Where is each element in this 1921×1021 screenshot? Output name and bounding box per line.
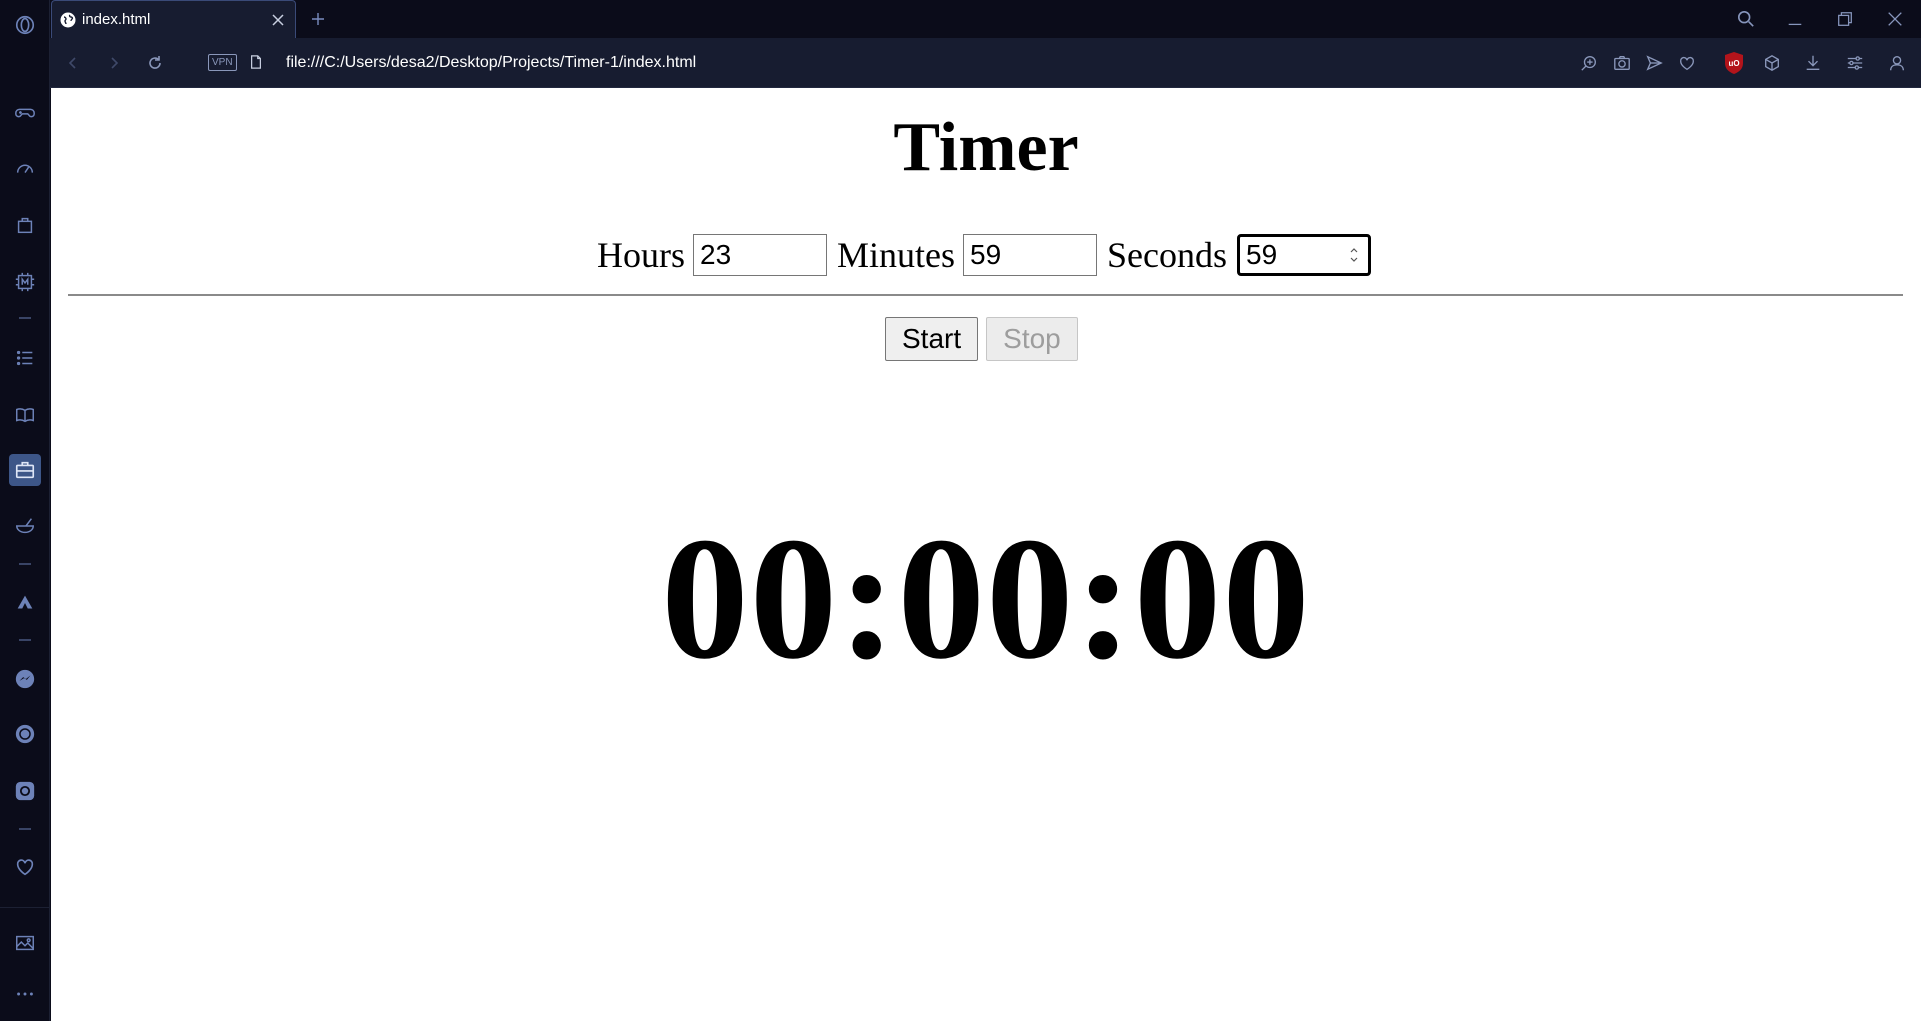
restore-icon[interactable] — [1831, 6, 1859, 32]
address-bar: VPN file:///C:/Users/desa2/Desktop/Proje… — [50, 38, 1921, 88]
shopping-bag-icon[interactable] — [9, 209, 41, 241]
camera-icon[interactable] — [1609, 50, 1635, 76]
timer-display: 00:00:00 — [661, 501, 1311, 695]
close-icon[interactable] — [267, 9, 289, 31]
speed-dial-icon[interactable] — [9, 152, 41, 184]
more-icon[interactable] — [9, 978, 41, 1010]
horizontal-rule — [68, 294, 1903, 296]
page-title: Timer — [893, 109, 1079, 186]
url-field[interactable]: file:///C:/Users/desa2/Desktop/Projects/… — [286, 52, 696, 74]
gallery-icon[interactable] — [9, 927, 41, 959]
history-list-icon[interactable] — [9, 342, 41, 374]
timer-controls: Start Stop — [885, 317, 1086, 361]
gamepad-icon[interactable] — [9, 97, 41, 129]
instagram-icon[interactable] — [9, 775, 41, 807]
page-icon[interactable] — [246, 52, 266, 72]
hours-label: Hours — [597, 235, 685, 275]
mortar-icon[interactable] — [9, 510, 41, 542]
time-inputs: Hours Minutes Seconds — [597, 232, 1372, 278]
hours-input[interactable] — [693, 234, 827, 276]
start-button[interactable]: Start — [885, 317, 979, 361]
vpn-badge[interactable]: VPN — [208, 54, 237, 71]
minutes-input[interactable] — [963, 234, 1098, 276]
tab-title: index.html — [82, 11, 151, 28]
messenger-icon[interactable] — [9, 663, 41, 695]
browser-window: index.html VPN file:///C:/Users/desa2/De… — [0, 0, 1921, 1021]
profile-icon[interactable] — [1884, 50, 1910, 76]
sidebar-separator — [19, 317, 31, 319]
sidebar-separator — [19, 828, 31, 830]
sidebar-separator — [19, 563, 31, 565]
aria-chip-icon[interactable] — [9, 266, 41, 298]
tab-strip: index.html — [50, 0, 1921, 38]
send-icon[interactable] — [1641, 50, 1667, 76]
minimize-icon[interactable] — [1781, 6, 1809, 32]
whatsapp-icon[interactable] — [9, 718, 41, 750]
sidebar-separator — [19, 639, 31, 641]
sidebar — [0, 0, 50, 1021]
globe-icon — [60, 12, 76, 28]
stop-button[interactable]: Stop — [986, 317, 1078, 361]
reload-icon[interactable] — [142, 50, 168, 76]
new-tab-button[interactable] — [305, 6, 331, 32]
tab-index-html[interactable]: index.html — [51, 0, 296, 38]
sidebar-divider — [0, 907, 50, 908]
aria-icon[interactable] — [9, 587, 41, 619]
zoom-icon[interactable] — [1576, 50, 1602, 76]
briefcase-icon[interactable] — [9, 454, 41, 486]
back-icon[interactable] — [60, 50, 86, 76]
ublock-icon[interactable]: uO — [1723, 51, 1745, 75]
book-icon[interactable] — [9, 399, 41, 431]
heart-icon[interactable] — [9, 851, 41, 883]
forward-icon[interactable] — [101, 50, 127, 76]
opera-logo-icon[interactable] — [9, 9, 41, 41]
spinner-icon[interactable] — [1349, 246, 1359, 264]
search-icon[interactable] — [1732, 6, 1760, 32]
ublock-label: uO — [1728, 59, 1739, 68]
page-content: Timer Hours Minutes Seconds Start Stop 0… — [51, 88, 1921, 1021]
download-icon[interactable] — [1800, 50, 1826, 76]
seconds-label: Seconds — [1107, 235, 1228, 275]
cube-icon[interactable] — [1759, 50, 1785, 76]
window-close-icon[interactable] — [1881, 6, 1909, 32]
minutes-label: Minutes — [837, 235, 956, 275]
bookmark-heart-icon[interactable] — [1674, 50, 1700, 76]
seconds-field — [1237, 234, 1372, 276]
easy-setup-icon[interactable] — [1842, 50, 1868, 76]
